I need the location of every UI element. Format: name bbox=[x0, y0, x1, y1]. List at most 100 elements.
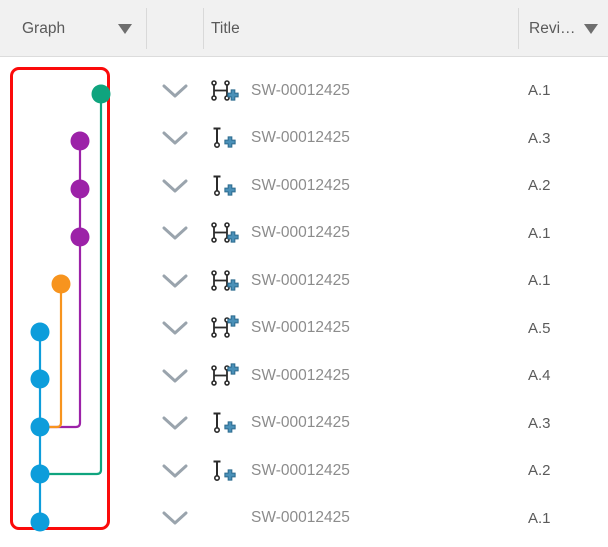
part-icon bbox=[213, 175, 236, 196]
title-cell[interactable]: SW-00012425 bbox=[203, 447, 518, 495]
plus-badge-icon bbox=[224, 136, 236, 148]
revision-cell: A.1 bbox=[528, 509, 551, 527]
graph-panel[interactable] bbox=[10, 67, 113, 533]
expand-toggle-cell[interactable] bbox=[146, 495, 203, 543]
graph-node-blue[interactable] bbox=[30, 417, 50, 437]
column-header-graph-label: Graph bbox=[22, 19, 66, 37]
assembly-icon bbox=[211, 315, 239, 339]
title-text: SW-00012425 bbox=[251, 224, 350, 242]
revision-cell: A.2 bbox=[528, 462, 551, 480]
graph-node-purple[interactable] bbox=[70, 179, 90, 199]
graph-node-blue[interactable] bbox=[30, 512, 50, 532]
title-cell[interactable]: SW-00012425 bbox=[203, 115, 518, 163]
graph-node-green[interactable] bbox=[91, 84, 111, 104]
version-graph-table: Graph Title Revi… SW-00012425 A.1 SW-00012… bbox=[0, 0, 608, 547]
graph-node-blue[interactable] bbox=[30, 322, 50, 342]
chevron-down-icon[interactable] bbox=[162, 225, 188, 241]
graph-node-purple[interactable] bbox=[70, 131, 90, 151]
table-row[interactable]: SW-00012425 A.5 bbox=[146, 305, 608, 353]
revision-cell: A.1 bbox=[528, 272, 551, 290]
chevron-down-icon[interactable] bbox=[162, 130, 188, 146]
chevron-down-icon[interactable] bbox=[162, 415, 188, 431]
title-cell[interactable]: SW-00012425 bbox=[203, 400, 518, 448]
type-icon-slot bbox=[207, 125, 251, 151]
column-header-title-label: Title bbox=[211, 19, 240, 37]
chevron-down-icon[interactable] bbox=[162, 320, 188, 336]
expand-toggle-cell[interactable] bbox=[146, 447, 203, 495]
chevron-down-icon[interactable] bbox=[162, 368, 188, 384]
type-icon-slot bbox=[207, 268, 251, 294]
revision-graph[interactable] bbox=[13, 70, 113, 533]
sort-desc-caret-graph-icon[interactable] bbox=[118, 23, 132, 34]
expand-toggle-cell[interactable] bbox=[146, 305, 203, 353]
chevron-down-icon[interactable] bbox=[162, 510, 188, 526]
title-cell[interactable]: SW-00012425 bbox=[203, 162, 518, 210]
column-header-title[interactable]: Title bbox=[203, 8, 518, 49]
title-cell[interactable]: SW-00012425 bbox=[203, 352, 518, 400]
table-row[interactable]: SW-00012425 A.3 bbox=[146, 115, 608, 163]
expand-toggle-cell[interactable] bbox=[146, 400, 203, 448]
title-text: SW-00012425 bbox=[251, 271, 350, 289]
plus-badge-icon bbox=[224, 421, 236, 433]
title-cell[interactable]: SW-00012425 bbox=[203, 495, 518, 543]
graph-node-blue[interactable] bbox=[30, 369, 50, 389]
type-icon-slot bbox=[207, 458, 251, 484]
table-row[interactable]: SW-00012425 A.1 bbox=[146, 67, 608, 115]
title-cell[interactable]: SW-00012425 bbox=[203, 305, 518, 353]
chevron-down-icon[interactable] bbox=[162, 463, 188, 479]
graph-node-blue[interactable] bbox=[30, 464, 50, 484]
expand-toggle-cell[interactable] bbox=[146, 115, 203, 163]
assembly-icon bbox=[211, 363, 239, 386]
revision-cell: A.3 bbox=[528, 414, 551, 432]
expand-toggle-cell[interactable] bbox=[146, 352, 203, 400]
type-icon-slot bbox=[207, 220, 251, 246]
table-row[interactable]: SW-00012425 A.1 bbox=[146, 210, 608, 258]
revision-cell: A.2 bbox=[528, 177, 551, 195]
chevron-down-icon[interactable] bbox=[162, 83, 188, 99]
chevron-down-icon[interactable] bbox=[162, 178, 188, 194]
revision-cell: A.3 bbox=[528, 129, 551, 147]
table-row[interactable]: SW-00012425 A.2 bbox=[146, 162, 608, 210]
table-row[interactable]: SW-00012425 A.1 bbox=[146, 495, 608, 543]
title-cell[interactable]: SW-00012425 bbox=[203, 67, 518, 115]
assembly-icon bbox=[211, 79, 239, 101]
expand-toggle-cell[interactable] bbox=[146, 257, 203, 305]
plus-badge-icon bbox=[227, 363, 239, 375]
type-icon-slot bbox=[207, 315, 251, 341]
type-icon-slot bbox=[207, 173, 251, 199]
plus-badge-icon bbox=[224, 184, 236, 196]
sort-desc-caret-revision-icon[interactable] bbox=[584, 23, 598, 34]
type-icon-slot bbox=[207, 410, 251, 436]
table-row[interactable]: SW-00012425 A.3 bbox=[146, 400, 608, 448]
expand-toggle-cell[interactable] bbox=[146, 210, 203, 258]
table-row[interactable]: SW-00012425 A.4 bbox=[146, 352, 608, 400]
title-cell[interactable]: SW-00012425 bbox=[203, 257, 518, 305]
part-icon bbox=[213, 460, 236, 481]
graph-node-orange[interactable] bbox=[51, 274, 71, 294]
type-icon-slot bbox=[207, 78, 251, 104]
type-icon-slot bbox=[207, 363, 251, 389]
expand-toggle-cell[interactable] bbox=[146, 67, 203, 115]
graph-node-purple[interactable] bbox=[70, 227, 90, 247]
title-text: SW-00012425 bbox=[251, 509, 350, 527]
column-header-graph[interactable]: Graph bbox=[0, 8, 146, 49]
revision-cell: A.4 bbox=[528, 367, 551, 385]
table-body: SW-00012425 A.1 SW-00012425 A.3 SW-00012425 A… bbox=[0, 57, 608, 547]
table-row[interactable]: SW-00012425 A.2 bbox=[146, 447, 608, 495]
title-text: SW-00012425 bbox=[251, 176, 350, 194]
title-text: SW-00012425 bbox=[251, 414, 350, 432]
title-text: SW-00012425 bbox=[251, 366, 350, 384]
part-icon bbox=[213, 127, 236, 149]
assembly-icon bbox=[211, 269, 239, 291]
table-row[interactable]: SW-00012425 A.1 bbox=[146, 257, 608, 305]
column-header-revision[interactable]: Revi… bbox=[518, 8, 608, 49]
chevron-down-icon[interactable] bbox=[162, 273, 188, 289]
expand-toggle-cell[interactable] bbox=[146, 162, 203, 210]
row-list: SW-00012425 A.1 SW-00012425 A.3 SW-00012425 A… bbox=[146, 57, 608, 547]
part-icon bbox=[213, 412, 236, 434]
revision-cell: A.1 bbox=[528, 82, 551, 100]
title-cell[interactable]: SW-00012425 bbox=[203, 210, 518, 258]
title-text: SW-00012425 bbox=[251, 461, 350, 479]
table-header: Graph Title Revi… bbox=[0, 0, 608, 57]
title-text: SW-00012425 bbox=[251, 129, 350, 147]
